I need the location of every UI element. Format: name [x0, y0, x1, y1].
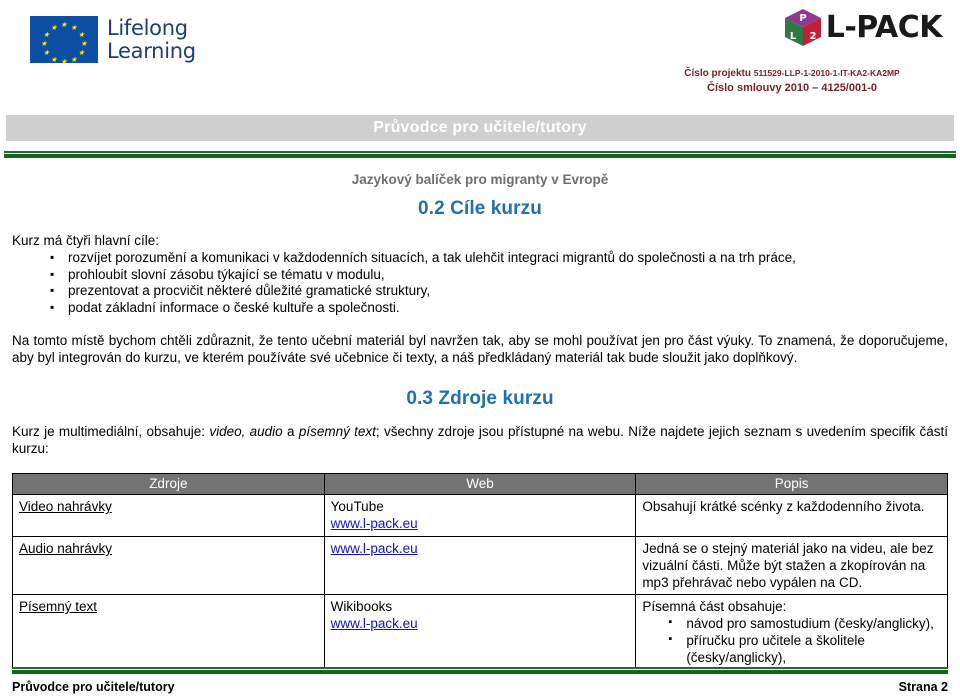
- eu-lifelong-learning-logo: Lifelong Learning: [30, 15, 196, 66]
- lpack-cube-icon: P L 2: [781, 6, 825, 50]
- table-body: Video nahrávky YouTube www.l-pack.eu Obs…: [12, 494, 948, 670]
- document-page: Lifelong Learning P L 2 L-PACK Číslo pro…: [0, 0, 960, 698]
- table-row: Video nahrávky YouTube www.l-pack.eu Obs…: [12, 494, 948, 537]
- svg-text:P: P: [799, 13, 806, 24]
- project-number-line: Číslo projektu 511529-LLP-1-2010-1-IT-KA…: [642, 66, 942, 81]
- source-label-text: Písemný text: [19, 599, 98, 614]
- table-header-row: Zdroje Web Popis: [12, 473, 948, 495]
- section-heading-goals: 0.2 Cíle kurzu: [418, 198, 542, 219]
- link-l-pack-audio[interactable]: www.l-pack.eu: [331, 541, 418, 556]
- footer-divider: [12, 667, 948, 674]
- source-label-video: Video nahrávky: [19, 499, 112, 514]
- table-head: Zdroje Web Popis: [12, 473, 948, 495]
- footer-document-name: Průvodce pro učitele/tutory: [12, 680, 175, 694]
- link-l-pack-video[interactable]: www.l-pack.eu: [331, 516, 418, 531]
- cell-source: Audio nahrávky: [12, 536, 325, 595]
- ll-line-1: Lifelong: [107, 15, 188, 40]
- column-header-web: Web: [323, 473, 637, 495]
- section-heading-resources: 0.3 Zdroje kurzu: [406, 388, 554, 409]
- cell-source: Písemný text: [12, 594, 325, 670]
- cell-description: Písemná část obsahuje: návod pro samostu…: [635, 594, 948, 670]
- resources-para-italic-2: písemný text: [298, 424, 376, 439]
- list-item: podat základní informace o české kultuře…: [12, 299, 948, 317]
- cell-web: YouTube www.l-pack.eu: [323, 494, 637, 537]
- page-header: Lifelong Learning P L 2 L-PACK Číslo pro…: [0, 0, 960, 115]
- column-header-source: Zdroje: [12, 473, 325, 495]
- lpack-wordmark: L-PACK: [825, 10, 943, 45]
- footer-page-number: Strana 2: [898, 680, 948, 694]
- eu-flag-icon: [30, 16, 98, 66]
- project-reference-block: Číslo projektu 511529-LLP-1-2010-1-IT-KA…: [642, 66, 942, 95]
- source-label-audio: Audio nahrávky: [19, 541, 113, 556]
- cell-web: www.l-pack.eu: [323, 536, 637, 595]
- cell-description: Jedná se o stejný materiál jako na videu…: [635, 536, 948, 595]
- link-l-pack-text[interactable]: www.l-pack.eu: [331, 616, 418, 631]
- svg-text:2: 2: [809, 31, 816, 42]
- contract-number-line: Číslo smlouvy 2010 – 4125/001-0: [707, 82, 877, 94]
- resources-table: Zdroje Web Popis Video nahrávky YouTube …: [12, 473, 948, 670]
- document-body: 0.2 Cíle kurzu Kurz má čtyři hlavní cíle…: [0, 198, 960, 670]
- project-number-value: 511529-LLP-1-2010-1-IT-KA2-KA2MP: [753, 68, 900, 78]
- goals-lead-text: Kurz má čtyři hlavní cíle:: [12, 233, 160, 248]
- resources-para-part-2: a: [282, 424, 299, 439]
- description-intro: Písemná část obsahuje:: [642, 599, 787, 614]
- resources-para-part-1: Kurz je multimediální, obsahuje:: [12, 424, 210, 439]
- table-row: Písemný text Wikibooks www.l-pack.eu Pís…: [12, 594, 948, 670]
- page-title: Průvodce pro učitele/tutory: [373, 119, 587, 136]
- list-item: rozvíjet porozumění a komunikaci v každo…: [12, 249, 948, 267]
- svg-text:L: L: [790, 31, 797, 42]
- document-subtitle: Jazykový balíček pro migranty v Evropě: [351, 172, 609, 187]
- goals-paragraph: Na tomto místě bychom chtěli zdůraznit, …: [12, 333, 948, 365]
- cell-description: Obsahují krátké scénky z každodenního ži…: [635, 494, 948, 537]
- resources-para-italic-1: video, audio: [209, 424, 283, 439]
- cell-source: Video nahrávky: [12, 494, 325, 537]
- goals-list: rozvíjet porozumění a komunikaci v každo…: [12, 249, 948, 317]
- description-bullet-list: návod pro samostudium (česky/anglicky), …: [642, 614, 941, 666]
- column-header-description: Popis: [635, 473, 948, 495]
- list-item: návod pro samostudium (česky/anglicky),: [642, 614, 941, 632]
- divider-thick-line: [4, 154, 956, 158]
- footer-row: Průvodce pro učitele/tutory Strana 2: [12, 680, 948, 694]
- ll-line-2: Learning: [107, 38, 196, 63]
- page-footer: Průvodce pro učitele/tutory Strana 2: [0, 667, 960, 698]
- table-row: Audio nahrávky www.l-pack.eu Jedná se o …: [12, 536, 948, 595]
- project-number-label: Číslo projektu: [684, 68, 751, 79]
- footer-divider-thick-line: [12, 670, 948, 674]
- web-platform-wikibooks: Wikibooks: [330, 599, 393, 614]
- document-title-band: Průvodce pro učitele/tutory: [6, 115, 954, 141]
- cell-web: Wikibooks www.l-pack.eu: [323, 594, 637, 670]
- list-item: prohloubit slovní zásobu týkající se tém…: [12, 266, 948, 284]
- web-platform-youtube: YouTube: [330, 499, 384, 514]
- header-divider: [4, 151, 956, 158]
- lifelong-learning-wordmark: Lifelong Learning: [107, 15, 196, 63]
- list-item: příručku pro učitele a školitele (česky/…: [642, 631, 941, 666]
- resources-paragraph: Kurz je multimediální, obsahuje: video, …: [12, 423, 948, 457]
- lpack-logo: P L 2 L-PACK: [781, 6, 943, 50]
- list-item: prezentovat a procvičit některé důležité…: [12, 282, 948, 300]
